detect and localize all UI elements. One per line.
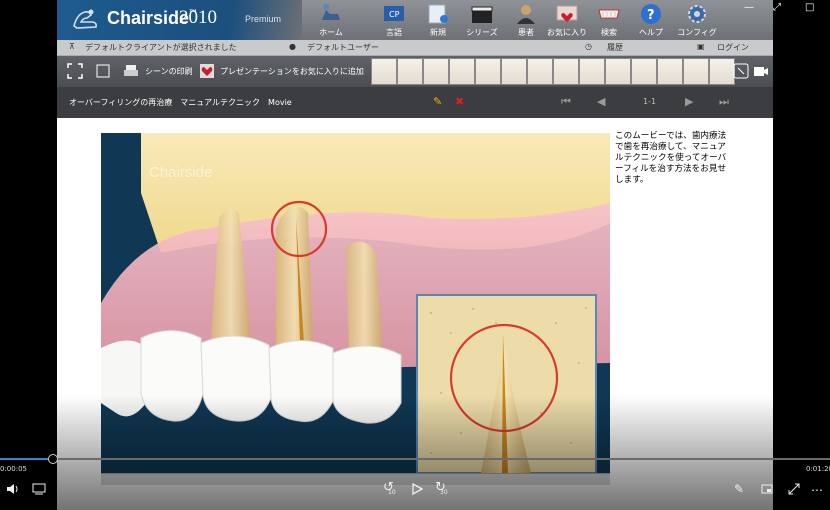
fullscreen-icon[interactable]	[67, 63, 83, 79]
pen-icon[interactable]: ✎	[734, 482, 744, 496]
nav-new[interactable]: 新規	[416, 2, 460, 38]
scene-thumb-12[interactable]	[657, 58, 683, 85]
scene-thumb-14[interactable]	[709, 58, 735, 85]
play-icon[interactable]	[411, 483, 423, 495]
edition-label: Premium	[245, 14, 282, 24]
heart-icon[interactable]	[199, 63, 215, 79]
clapperboard-icon	[471, 6, 493, 23]
teeth-search-icon	[598, 9, 620, 19]
client-status: デフォルトクライアントが選択されました	[85, 43, 237, 52]
subtitles-icon[interactable]	[32, 483, 46, 495]
header-bar: Chairside™ 2010 Premium ホーム CP 言語 新規 シリー…	[57, 0, 773, 40]
camera-icon[interactable]	[753, 63, 769, 79]
miniplayer-icon[interactable]	[761, 484, 773, 494]
skip-back-button[interactable]: ↺ 10	[383, 480, 397, 498]
nav-new-label: 新規	[430, 28, 446, 37]
history-link[interactable]: 履歴	[607, 42, 623, 53]
nav-patient-label: 患者	[518, 28, 534, 37]
brand-name-text: Chairside	[107, 8, 190, 28]
login-link[interactable]: ログイン	[717, 42, 749, 53]
expand-icon[interactable]	[733, 63, 749, 79]
nav-series[interactable]: シリーズ	[460, 2, 504, 38]
nav-home-label: ホーム	[319, 28, 343, 37]
elapsed-time: 0:00:05	[0, 465, 27, 473]
seek-progress	[0, 458, 54, 460]
current-user[interactable]: デフォルトユーザー	[307, 42, 379, 53]
new-document-icon	[428, 4, 448, 24]
delete-icon[interactable]: ✖	[455, 95, 464, 108]
language-flag-icon: CP	[384, 6, 404, 21]
patient-icon	[517, 5, 535, 24]
lock-icon: ▣	[697, 42, 705, 51]
brand-area: Chairside™ 2010 Premium	[57, 0, 302, 40]
page-indicator: 1-1	[643, 97, 657, 106]
skip-forward-button[interactable]: ↻ 30	[435, 480, 449, 498]
nav-favorites[interactable]: お気に入り	[545, 2, 589, 38]
minimize-button[interactable]: —	[744, 2, 754, 13]
nav-series-label: シリーズ	[466, 28, 498, 37]
edit-icon[interactable]: ✎	[433, 95, 442, 108]
nav-help[interactable]: ? ヘルプ	[629, 2, 673, 38]
favorites-icon	[556, 5, 578, 22]
nav-language[interactable]: CP 言語	[372, 2, 416, 38]
more-options-icon[interactable]: ⋯	[811, 483, 823, 497]
nav-home[interactable]: ホーム	[309, 2, 353, 38]
history-icon[interactable]: ◷	[585, 42, 592, 51]
svg-text:CP: CP	[389, 10, 400, 19]
nav-help-label: ヘルプ	[639, 28, 663, 37]
nav-language-label: 言語	[386, 28, 402, 37]
brand-year: 2010	[179, 7, 217, 28]
print-icon[interactable]	[123, 63, 139, 79]
video-watermark: Chairside	[149, 164, 212, 181]
gear-icon	[688, 5, 706, 23]
last-page-icon[interactable]: ⏭	[719, 95, 729, 109]
add-favorite-button[interactable]: プレゼンテーションをお気に入りに追加	[220, 66, 364, 77]
status-bar: ⊼ デフォルトクライアントが選択されました ● デフォルトユーザー ◷ 履歴 ▣…	[57, 40, 773, 56]
pin-icon: ⊼	[69, 42, 75, 51]
nav-patient[interactable]: 患者	[504, 2, 548, 38]
scene-thumb-13[interactable]	[683, 58, 709, 85]
nav-search-label: 検索	[601, 28, 617, 37]
chair-icon	[322, 4, 340, 20]
tool-icon[interactable]	[95, 63, 111, 79]
presentation-title-bar: オーバーフィリングの再治療 マニュアルテクニック Movie ✎ ✖ ⏮ ◀ 1…	[57, 87, 773, 118]
nav-favorites-label: お気に入り	[547, 28, 587, 37]
prev-page-icon[interactable]: ◀	[597, 95, 605, 108]
presentation-title: オーバーフィリングの再治療 マニュアルテクニック Movie	[69, 98, 292, 107]
next-page-icon[interactable]: ▶	[685, 95, 693, 108]
total-time: 0:01:20	[806, 465, 830, 473]
help-icon: ?	[641, 4, 661, 24]
chair-logo-icon	[73, 9, 97, 29]
first-page-icon[interactable]: ⏮	[561, 95, 571, 109]
scene-thumb-4[interactable]	[449, 58, 475, 85]
toolbar: シーンの印刷 プレゼンテーションをお気に入りに追加	[57, 56, 773, 87]
nav-search[interactable]: 検索	[587, 2, 631, 38]
scene-thumb-10[interactable]	[605, 58, 631, 85]
scene-thumb-5[interactable]	[475, 58, 501, 85]
scene-thumb-9[interactable]	[579, 58, 605, 85]
skip-forward-seconds: 30	[440, 489, 448, 496]
scene-thumb-1[interactable]	[371, 58, 397, 85]
restore-icon[interactable]: ⤢	[773, 2, 781, 13]
scene-thumb-3[interactable]	[423, 58, 449, 85]
user-icon: ●	[289, 42, 296, 51]
fullscreen-toggle-icon[interactable]	[788, 483, 800, 495]
scene-thumb-11[interactable]	[631, 58, 657, 85]
scene-thumb-7[interactable]	[527, 58, 553, 85]
seek-bar[interactable]	[0, 458, 830, 460]
skip-back-seconds: 10	[388, 489, 396, 496]
print-scene-button[interactable]: シーンの印刷	[145, 66, 193, 77]
scene-thumb-2[interactable]	[397, 58, 423, 85]
nav-config[interactable]: コンフィグ	[675, 2, 719, 38]
nav-config-label: コンフィグ	[677, 28, 717, 37]
svg-text:?: ?	[647, 8, 655, 23]
scene-thumb-8[interactable]	[553, 58, 579, 85]
scene-thumb-6[interactable]	[501, 58, 527, 85]
video-description: このムービーでは、歯内療法で歯を再治療して、マニュアルテクニックを使ってオーバー…	[615, 131, 727, 185]
close-square-button[interactable]: □	[805, 2, 814, 13]
volume-icon[interactable]	[6, 482, 20, 496]
